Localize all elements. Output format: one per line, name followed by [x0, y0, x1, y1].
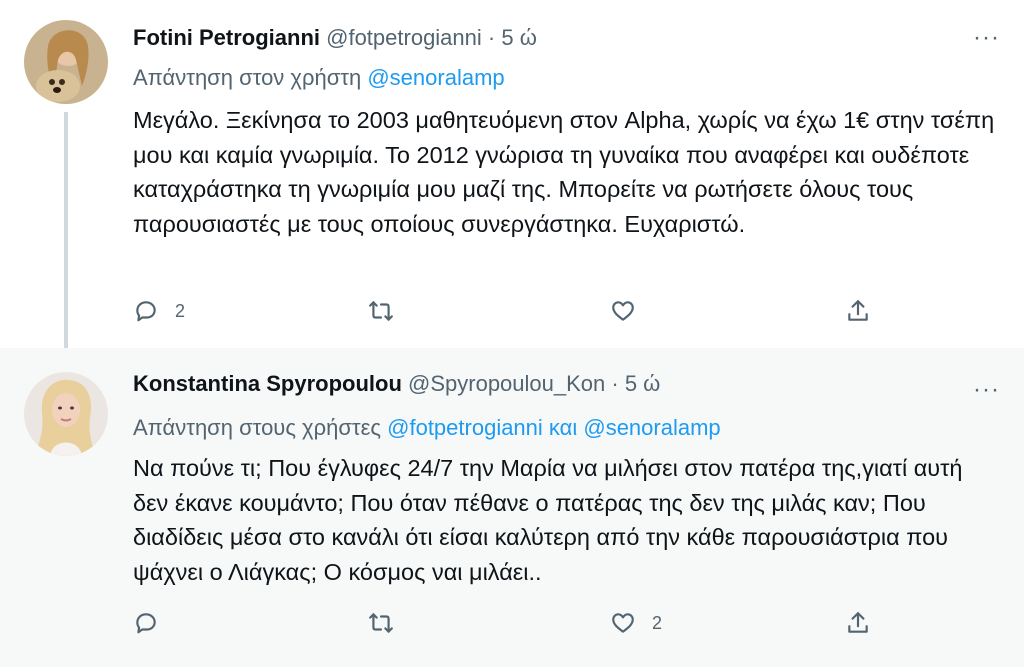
separator: · — [605, 371, 625, 396]
replying-prefix: Απάντηση στον χρήστη — [133, 65, 368, 90]
more-dots-icon[interactable]: ··· — [973, 26, 1000, 50]
heart-icon — [612, 613, 634, 633]
handle[interactable]: @fotpetrogianni — [326, 25, 482, 50]
replying-prefix: Απάντηση στους χρήστες — [133, 415, 388, 440]
avatar[interactable] — [24, 372, 108, 456]
thread-connector — [64, 112, 68, 370]
action-bar: 2 — [133, 298, 893, 330]
tweet[interactable]: Konstantina Spyropoulou @Spyropoulou_Kon… — [0, 348, 1024, 667]
replying-to: Απάντηση στον χρήστη @senoralamp — [133, 64, 505, 92]
tweet-text: Μεγάλο. Ξεκίνησα το 2003 μαθητευόμενη στ… — [133, 107, 995, 237]
reply-button[interactable]: 2 — [133, 298, 185, 324]
share-upload-icon — [848, 300, 868, 321]
separator: · — [481, 25, 502, 50]
tweet[interactable]: Fotini Petrogianni @fotpetrogianni · 5 ώ… — [0, 0, 1024, 370]
tweet-header: Fotini Petrogianni @fotpetrogianni · 5 ώ — [133, 24, 537, 52]
retweet-icon — [369, 301, 393, 321]
handle[interactable]: @Spyropoulou_Kon — [408, 371, 605, 396]
avatar[interactable] — [24, 20, 108, 104]
like-count: 2 — [652, 612, 663, 633]
tweet-text: Να πούνε τι; Που έγλυφες 24/7 την Μαρία … — [133, 455, 963, 585]
comment-bubble-icon — [136, 301, 156, 322]
heart-icon — [612, 301, 634, 321]
tweet-header: Konstantina Spyropoulou @Spyropoulou_Kon… — [133, 370, 660, 398]
comment-bubble-icon — [136, 613, 156, 634]
replying-to: Απάντηση στους χρήστες @fotpetrogianni κ… — [133, 414, 721, 442]
share-button[interactable] — [845, 610, 871, 636]
retweet-button[interactable] — [368, 610, 410, 636]
like-button[interactable] — [610, 298, 652, 324]
display-name[interactable]: Konstantina Spyropoulou — [133, 371, 402, 396]
action-bar: 2 — [133, 610, 893, 642]
share-upload-icon — [848, 612, 868, 633]
like-button[interactable]: 2 — [610, 610, 662, 636]
reply-button[interactable] — [133, 610, 175, 636]
timestamp[interactable]: 5 ώ — [501, 25, 537, 50]
retweet-icon — [369, 613, 393, 633]
display-name[interactable]: Fotini Petrogianni — [133, 25, 320, 50]
retweet-button[interactable] — [368, 298, 410, 324]
mention-link[interactable]: @senoralamp — [367, 65, 504, 90]
mention-link[interactable]: @fotpetrogianni και @senoralamp — [387, 415, 721, 440]
share-button[interactable] — [845, 298, 871, 324]
reply-count: 2 — [175, 300, 186, 321]
timestamp[interactable]: 5 ώ — [625, 371, 661, 396]
more-dots-icon[interactable]: ··· — [973, 378, 1000, 402]
